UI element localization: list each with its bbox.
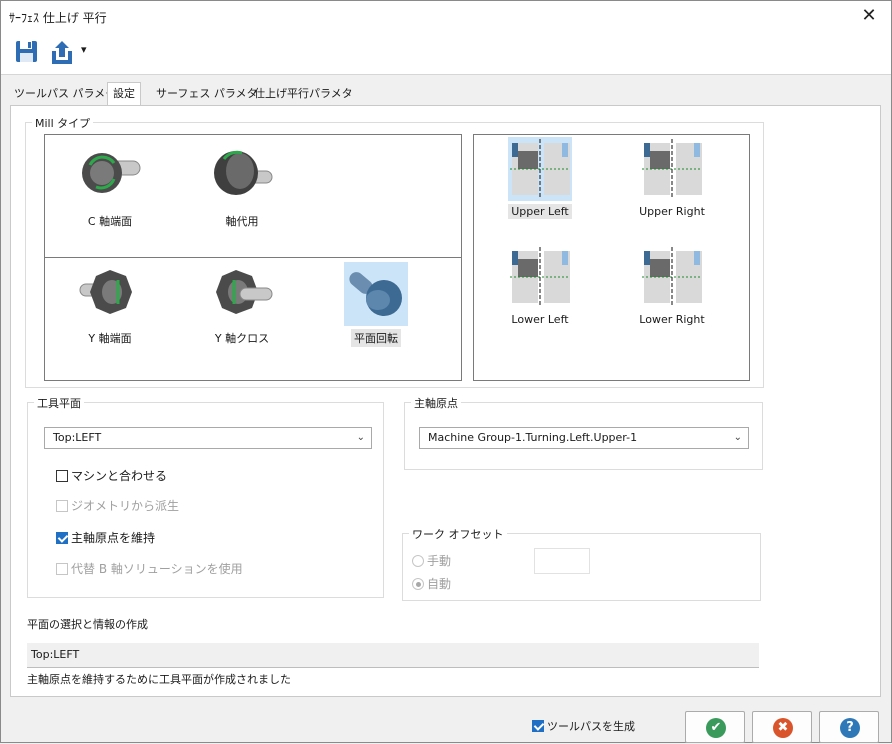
- generate-toolpath-checkbox[interactable]: ツールパスを生成: [532, 718, 635, 734]
- chevron-down-icon: ⌄: [356, 432, 365, 443]
- quadrant-upper-left[interactable]: Upper Left: [498, 137, 582, 219]
- plane-info-value: Top:LEFT: [27, 643, 759, 668]
- checkbox-box: [56, 563, 68, 575]
- mill-type-y-axis-face[interactable]: Y 軸端面: [68, 262, 152, 347]
- mill-type-axis-substitution[interactable]: 軸代用: [200, 145, 284, 230]
- axis-substitution-icon: [214, 150, 273, 195]
- upper-right-quadrant-icon: [642, 139, 702, 199]
- axis-substitution-label: 軸代用: [225, 215, 259, 228]
- tab-settings[interactable]: 設定: [107, 82, 141, 106]
- plane-info-message: 主軸原点を維持するために工具平面が作成されました: [27, 673, 291, 686]
- radio-circle: [412, 555, 424, 567]
- settings-panel: Mill タイプ C 軸端面 軸代用 Y 軸端面 Y 軸クロス 平面回転 Upp…: [10, 105, 881, 697]
- work-offset-group: ワーク オフセット 手動 自動: [402, 526, 761, 601]
- lower-right-label: Lower Right: [639, 313, 705, 326]
- plane-info-label: 平面の選択と情報の作成: [27, 618, 148, 631]
- lower-left-label: Lower Left: [511, 313, 569, 326]
- ok-button[interactable]: ✔: [685, 711, 745, 743]
- alt-b-axis-label: 代替 B 軸ソリューションを使用: [71, 562, 243, 576]
- spindle-origin-value: Machine Group-1.Turning.Left.Upper-1: [428, 431, 638, 444]
- mill-type-label: Mill タイプ: [32, 115, 94, 131]
- mill-type-box-top: C 軸端面 軸代用: [44, 134, 462, 258]
- export-dropdown-arrow[interactable]: ▾: [81, 43, 87, 71]
- export-icon: [52, 41, 72, 64]
- save-button[interactable]: [15, 39, 41, 67]
- quadrant-box: Upper Left Upper Right Lower Left Lower …: [473, 134, 750, 381]
- help-question-icon: ?: [840, 718, 860, 738]
- c-axis-face-label: C 軸端面: [87, 215, 133, 228]
- spindle-origin-select[interactable]: Machine Group-1.Turning.Left.Upper-1 ⌄: [419, 427, 749, 449]
- mill-type-plane-rotation[interactable]: 平面回転: [334, 262, 418, 347]
- checkbox-box: [56, 532, 68, 544]
- dialog-window: ｻｰﾌｪｽ 仕上げ 平行 ✕ ▾ ツールパス パラメタ 設定 サーフェス パラメ…: [0, 0, 892, 743]
- upper-right-label: Upper Right: [639, 205, 705, 218]
- keep-spindle-origin-checkbox[interactable]: 主軸原点を維持: [56, 529, 155, 546]
- footer: ツールパスを生成 ✔ ✖ ?: [1, 707, 891, 744]
- help-button[interactable]: ?: [819, 711, 879, 743]
- spindle-origin-group: 主軸原点 Machine Group-1.Turning.Left.Upper-…: [404, 395, 763, 470]
- derive-from-geometry-label: ジオメトリから派生: [71, 499, 180, 513]
- y-axis-cross-icon: [216, 270, 273, 314]
- tab-finish-parallel-params[interactable]: 仕上げ平行パラメタ: [249, 83, 358, 105]
- lower-right-quadrant-icon: [642, 247, 702, 307]
- title-bar: ｻｰﾌｪｽ 仕上げ 平行 ✕: [1, 1, 891, 31]
- chevron-down-icon: ⌄: [733, 432, 742, 443]
- cancel-x-icon: ✖: [773, 718, 793, 738]
- toolbar: ▾: [1, 31, 891, 75]
- alt-b-axis-checkbox[interactable]: 代替 B 軸ソリューションを使用: [56, 560, 243, 577]
- save-icon: [16, 41, 37, 62]
- y-axis-face-label: Y 軸端面: [88, 332, 132, 345]
- manual-label: 手動: [427, 554, 452, 568]
- tool-plane-select[interactable]: Top:LEFT ⌄: [44, 427, 372, 449]
- keep-spindle-origin-label: 主軸原点を維持: [71, 531, 156, 545]
- manual-radio[interactable]: 手動: [412, 552, 451, 569]
- generate-toolpath-label: ツールパスを生成: [547, 720, 635, 733]
- mill-type-box-bottom: Y 軸端面 Y 軸クロス 平面回転: [44, 257, 462, 381]
- spindle-origin-label: 主軸原点: [411, 395, 461, 411]
- mill-type-c-axis-face[interactable]: C 軸端面: [68, 145, 152, 230]
- plane-rotation-label: 平面回転: [351, 329, 401, 347]
- c-axis-face-icon: [82, 153, 141, 193]
- y-axis-cross-label: Y 軸クロス: [214, 332, 270, 345]
- tool-plane-label: 工具平面: [34, 395, 84, 411]
- upper-left-label: Upper Left: [508, 204, 572, 219]
- checkbox-box: [532, 720, 544, 732]
- match-machine-checkbox[interactable]: マシンと合わせる: [56, 467, 167, 484]
- tool-plane-group: 工具平面 Top:LEFT ⌄ マシンと合わせる ジオメトリから派生 主軸原点を…: [27, 395, 384, 598]
- checkbox-box: [56, 470, 68, 482]
- lower-left-quadrant-icon: [510, 247, 570, 307]
- y-axis-face-icon: [79, 270, 132, 314]
- upper-left-quadrant-icon: [508, 137, 572, 201]
- radio-circle: [412, 578, 424, 590]
- checkmark-icon: ✔: [706, 718, 726, 738]
- derive-from-geometry-checkbox[interactable]: ジオメトリから派生: [56, 497, 179, 514]
- mill-type-y-axis-cross[interactable]: Y 軸クロス: [200, 262, 284, 347]
- tool-plane-value: Top:LEFT: [53, 431, 102, 444]
- auto-label: 自動: [427, 577, 452, 591]
- auto-radio[interactable]: 自動: [412, 575, 451, 592]
- checkbox-box: [56, 500, 68, 512]
- tab-toolpath-params[interactable]: ツールパス パラメタ: [9, 83, 121, 105]
- work-offset-input[interactable]: [534, 548, 590, 574]
- quadrant-lower-right[interactable]: Lower Right: [630, 245, 714, 327]
- quadrant-upper-right[interactable]: Upper Right: [630, 137, 714, 219]
- work-offset-label: ワーク オフセット: [409, 526, 507, 542]
- cancel-button[interactable]: ✖: [752, 711, 812, 743]
- mill-type-group: Mill タイプ C 軸端面 軸代用 Y 軸端面 Y 軸クロス 平面回転 Upp…: [25, 115, 764, 388]
- tab-surface-params[interactable]: サーフェス パラメタ: [151, 83, 263, 105]
- window-title: ｻｰﾌｪｽ 仕上げ 平行: [9, 11, 107, 25]
- close-button[interactable]: ✕: [847, 1, 891, 31]
- match-machine-label: マシンと合わせる: [71, 469, 168, 483]
- plane-rotation-icon: [344, 262, 408, 326]
- export-button[interactable]: [49, 39, 77, 67]
- quadrant-lower-left[interactable]: Lower Left: [498, 245, 582, 327]
